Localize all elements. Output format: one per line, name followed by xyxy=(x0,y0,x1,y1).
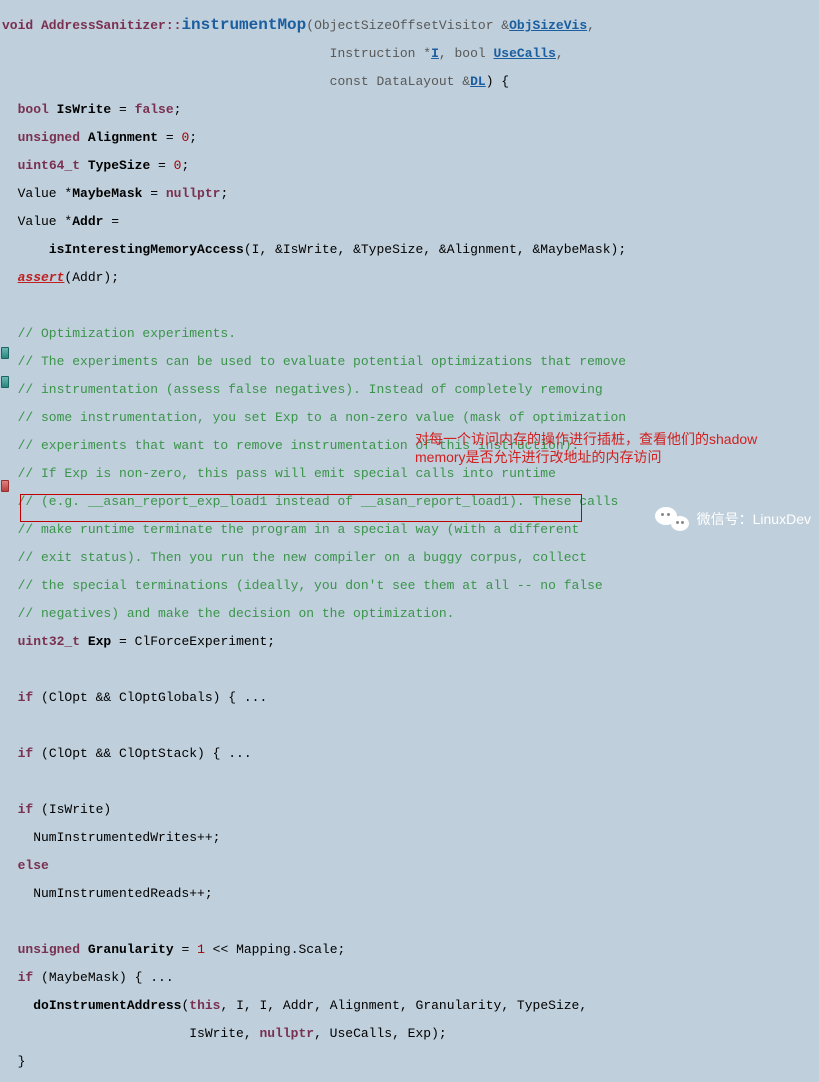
code-editor: void AddressSanitizer::instrumentMop(Obj… xyxy=(0,0,819,1082)
code-line: else xyxy=(2,859,819,873)
code-line: void AddressSanitizer::instrumentMop(Obj… xyxy=(2,18,819,33)
code-comment: // negatives) and make the decision on t… xyxy=(2,607,819,621)
wechat-icon xyxy=(655,505,689,533)
code-line xyxy=(2,775,819,789)
code-line: assert(Addr); xyxy=(2,271,819,285)
code-line: IsWrite, nullptr, UseCalls, Exp); xyxy=(2,1027,819,1041)
param-link[interactable]: DL xyxy=(470,74,486,89)
breakpoint-marker-icon[interactable] xyxy=(1,480,9,492)
param-link[interactable]: I xyxy=(431,46,439,61)
code-line xyxy=(2,719,819,733)
code-line: bool IsWrite = false; xyxy=(2,103,819,117)
code-line: if (MaybeMask) { ... xyxy=(2,971,819,985)
code-comment: // If Exp is non-zero, this pass will em… xyxy=(2,467,819,481)
assert-call[interactable]: assert xyxy=(18,270,65,285)
code-comment: // instrumentation (assess false negativ… xyxy=(2,383,819,397)
code-line: if (ClOpt && ClOptStack) { ... xyxy=(2,747,819,761)
code-comment: // The experiments can be used to evalua… xyxy=(2,355,819,369)
code-line: if (ClOpt && ClOptGlobals) { ... xyxy=(2,691,819,705)
function-name: instrumentMop xyxy=(181,16,306,34)
code-line: const DataLayout &DL) { xyxy=(2,75,819,89)
code-comment: // exit status). Then you run the new co… xyxy=(2,551,819,565)
code-comment: // Optimization experiments. xyxy=(2,327,819,341)
code-line: Instruction *I, bool UseCalls, xyxy=(2,47,819,61)
watermark-label: 微信号：LinuxDev xyxy=(697,512,811,526)
code-line: uint64_t TypeSize = 0; xyxy=(2,159,819,173)
param-link[interactable]: ObjSizeVis xyxy=(509,18,587,33)
code-line: isInterestingMemoryAccess(I, &IsWrite, &… xyxy=(2,243,819,257)
param-link[interactable]: UseCalls xyxy=(494,46,556,61)
code-line: unsigned Granularity = 1 << Mapping.Scal… xyxy=(2,943,819,957)
code-line: NumInstrumentedReads++; xyxy=(2,887,819,901)
fold-marker-icon[interactable] xyxy=(1,347,9,359)
code-line: Value *Addr = xyxy=(2,215,819,229)
code-line: NumInstrumentedWrites++; xyxy=(2,831,819,845)
code-comment: // some instrumentation, you set Exp to … xyxy=(2,411,819,425)
fold-marker-icon[interactable] xyxy=(1,376,9,388)
code-line xyxy=(2,299,819,313)
code-line: unsigned Alignment = 0; xyxy=(2,131,819,145)
highlight-box xyxy=(20,494,582,522)
code-line: uint32_t Exp = ClForceExperiment; xyxy=(2,635,819,649)
code-line xyxy=(2,663,819,677)
code-line: doInstrumentAddress(this, I, I, Addr, Al… xyxy=(2,999,819,1013)
code-line xyxy=(2,915,819,929)
code-line: Value *MaybeMask = nullptr; xyxy=(2,187,819,201)
code-line: } xyxy=(2,1055,819,1069)
code-comment: // the special terminations (ideally, yo… xyxy=(2,579,819,593)
annotation-text: 对每一个访问内存的操作进行插桩，查看他们的shadow memory是否允许进行… xyxy=(415,430,757,466)
watermark: 微信号：LinuxDev xyxy=(655,505,811,533)
code-line: if (IsWrite) xyxy=(2,803,819,817)
